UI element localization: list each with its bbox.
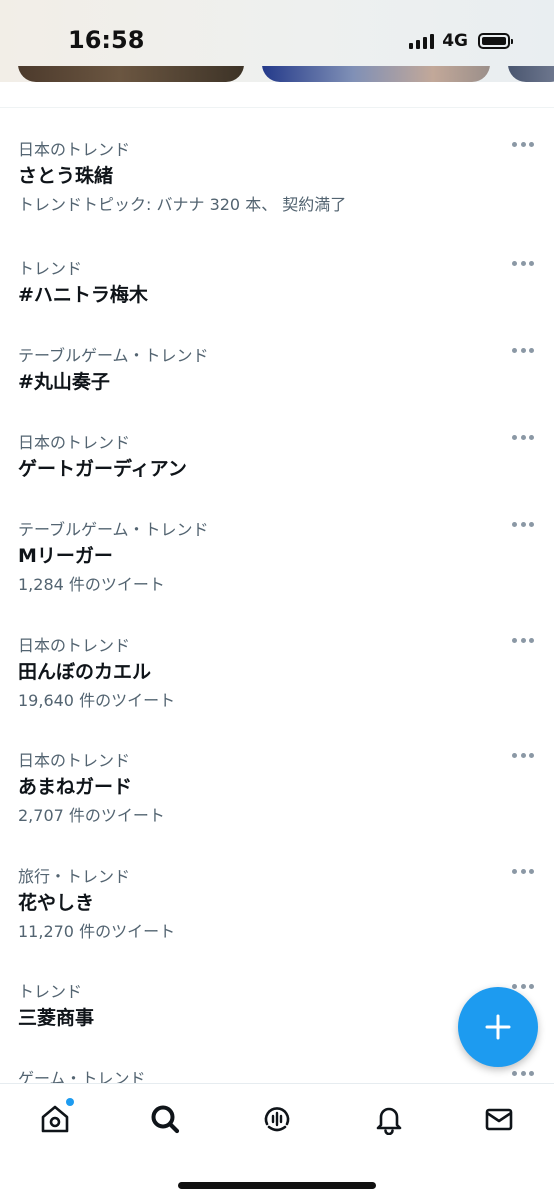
more-options-icon[interactable] — [512, 435, 534, 441]
tab-explore[interactable] — [148, 1102, 182, 1136]
more-options-icon[interactable] — [512, 753, 534, 759]
more-options-icon[interactable] — [512, 638, 534, 644]
carousel-thumbnail[interactable] — [262, 66, 490, 82]
trend-category: 日本のトレンド — [18, 140, 131, 159]
trend-title: あまねガード — [18, 776, 133, 798]
trend-title: #丸山奏子 — [18, 371, 110, 393]
search-icon — [151, 1105, 180, 1134]
trend-title: さとう珠緒 — [18, 165, 114, 187]
more-options-icon[interactable] — [512, 1071, 534, 1077]
trend-category: 日本のトレンド — [18, 636, 131, 655]
tweet-count: 19,640 件のツイート — [18, 691, 176, 710]
tab-spaces[interactable] — [260, 1102, 294, 1136]
tab-notifications[interactable] — [372, 1102, 406, 1136]
trend-category: テーブルゲーム・トレンド — [18, 346, 209, 365]
trend-category: 日本のトレンド — [18, 751, 131, 770]
bell-icon — [376, 1107, 402, 1135]
tweet-count: 11,270 件のツイート — [18, 922, 176, 941]
trend-category: トレンド — [18, 982, 83, 1001]
trend-category: トレンド — [18, 259, 83, 278]
compose-tweet-button[interactable] — [458, 987, 538, 1067]
trend-category: 日本のトレンド — [18, 433, 131, 452]
mail-icon — [485, 1108, 513, 1131]
trend-category: 旅行・トレンド — [18, 867, 131, 886]
tweet-count: 1,284 件のツイート — [18, 575, 165, 594]
trend-topic: トレンドトピック: バナナ 320 本、 契約満了 — [18, 195, 347, 214]
tab-home[interactable] — [38, 1098, 74, 1136]
more-options-icon[interactable] — [512, 984, 534, 990]
carousel-thumbnail[interactable] — [18, 66, 244, 82]
more-options-icon[interactable] — [512, 142, 534, 148]
network-type: 4G — [442, 31, 468, 51]
tweet-count: 2,707 件のツイート — [18, 806, 165, 825]
battery-icon — [478, 33, 513, 49]
status-time: 16:58 — [68, 26, 145, 54]
trend-carousel — [0, 66, 554, 82]
trend-title: 三菱商事 — [18, 1007, 95, 1029]
section-divider — [0, 107, 554, 108]
trend-title: #ハニトラ梅木 — [18, 284, 148, 306]
more-options-icon[interactable] — [512, 522, 534, 528]
trend-category: テーブルゲーム・トレンド — [18, 520, 209, 539]
spaces-icon — [264, 1107, 290, 1132]
signal-icon — [409, 33, 435, 49]
home-indicator — [178, 1182, 376, 1189]
trend-title: ゲートガーディアン — [18, 458, 187, 480]
tab-messages[interactable] — [482, 1102, 516, 1136]
home-icon — [41, 1105, 69, 1133]
carousel-thumbnail[interactable] — [508, 66, 554, 82]
plus-icon — [485, 1014, 511, 1040]
more-options-icon[interactable] — [512, 261, 534, 267]
trend-title: 田んぼのカエル — [18, 661, 152, 683]
notification-dot — [66, 1098, 74, 1106]
more-options-icon[interactable] — [512, 869, 534, 875]
trend-title: 花やしき — [18, 892, 95, 914]
more-options-icon[interactable] — [512, 348, 534, 354]
status-icons: 4G — [409, 31, 513, 51]
trend-title: Mリーガー — [18, 545, 113, 567]
